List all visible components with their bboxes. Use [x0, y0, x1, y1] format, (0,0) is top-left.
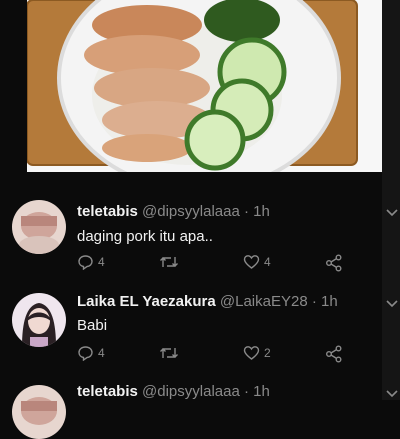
chevron-down-icon[interactable] [386, 205, 398, 223]
separator-dot: · [243, 203, 249, 220]
avatar[interactable] [12, 200, 66, 254]
tweet-header: Laika EL Yaezakura @LaikaEY28 · 1h [77, 293, 338, 310]
tweet-header: teletabis @dipsyylalaaa · 1h [77, 383, 270, 400]
share-icon [325, 345, 343, 363]
like-count: 4 [264, 255, 271, 269]
like-button[interactable]: 4 [243, 254, 271, 270]
tweet-item[interactable]: teletabis @dipsyylalaaa · 1h [0, 380, 400, 439]
tweet-actions: 4 2 [77, 345, 357, 363]
retweet-icon [159, 254, 179, 270]
separator-dot: · [243, 383, 249, 400]
timestamp[interactable]: 1h [253, 383, 270, 400]
tweet-item[interactable]: Laika EL Yaezakura @LaikaEY28 · 1h Babi … [0, 288, 400, 378]
reply-count: 4 [98, 255, 105, 269]
share-button[interactable] [325, 345, 343, 363]
retweet-button[interactable] [159, 254, 179, 270]
avatar[interactable] [12, 385, 66, 439]
tweet-item[interactable]: teletabis @dipsyylalaaa · 1h daging pork… [0, 195, 400, 285]
user-handle[interactable]: @dipsyylalaaa [142, 383, 240, 400]
display-name[interactable]: teletabis [77, 203, 138, 220]
reply-icon [77, 254, 94, 270]
separator-dot: · [311, 293, 317, 310]
share-icon [325, 254, 343, 272]
tweet-text: daging pork itu apa.. [77, 228, 213, 245]
like-button[interactable]: 2 [243, 345, 271, 361]
user-handle[interactable]: @dipsyylalaaa [142, 203, 240, 220]
tweet-actions: 4 4 [77, 254, 357, 272]
timestamp[interactable]: 1h [321, 293, 338, 310]
retweet-button[interactable] [159, 345, 179, 361]
reply-icon [77, 345, 94, 361]
reply-button[interactable]: 4 [77, 345, 105, 361]
display-name[interactable]: teletabis [77, 383, 138, 400]
tweet-text: Babi [77, 317, 108, 334]
display-name[interactable]: Laika EL Yaezakura [77, 293, 216, 310]
like-count: 2 [264, 346, 271, 360]
user-handle[interactable]: @LaikaEY28 [220, 293, 308, 310]
reply-count: 4 [98, 346, 105, 360]
reply-button[interactable]: 4 [77, 254, 105, 270]
timestamp[interactable]: 1h [253, 203, 270, 220]
like-icon [243, 254, 260, 270]
avatar[interactable] [12, 293, 66, 347]
tweet-media-image[interactable] [27, 0, 382, 172]
chevron-down-icon[interactable] [386, 386, 398, 404]
chevron-down-icon[interactable] [386, 296, 398, 314]
retweet-icon [159, 345, 179, 361]
share-button[interactable] [325, 254, 343, 272]
tweet-header: teletabis @dipsyylalaaa · 1h [77, 203, 270, 220]
like-icon [243, 345, 260, 361]
